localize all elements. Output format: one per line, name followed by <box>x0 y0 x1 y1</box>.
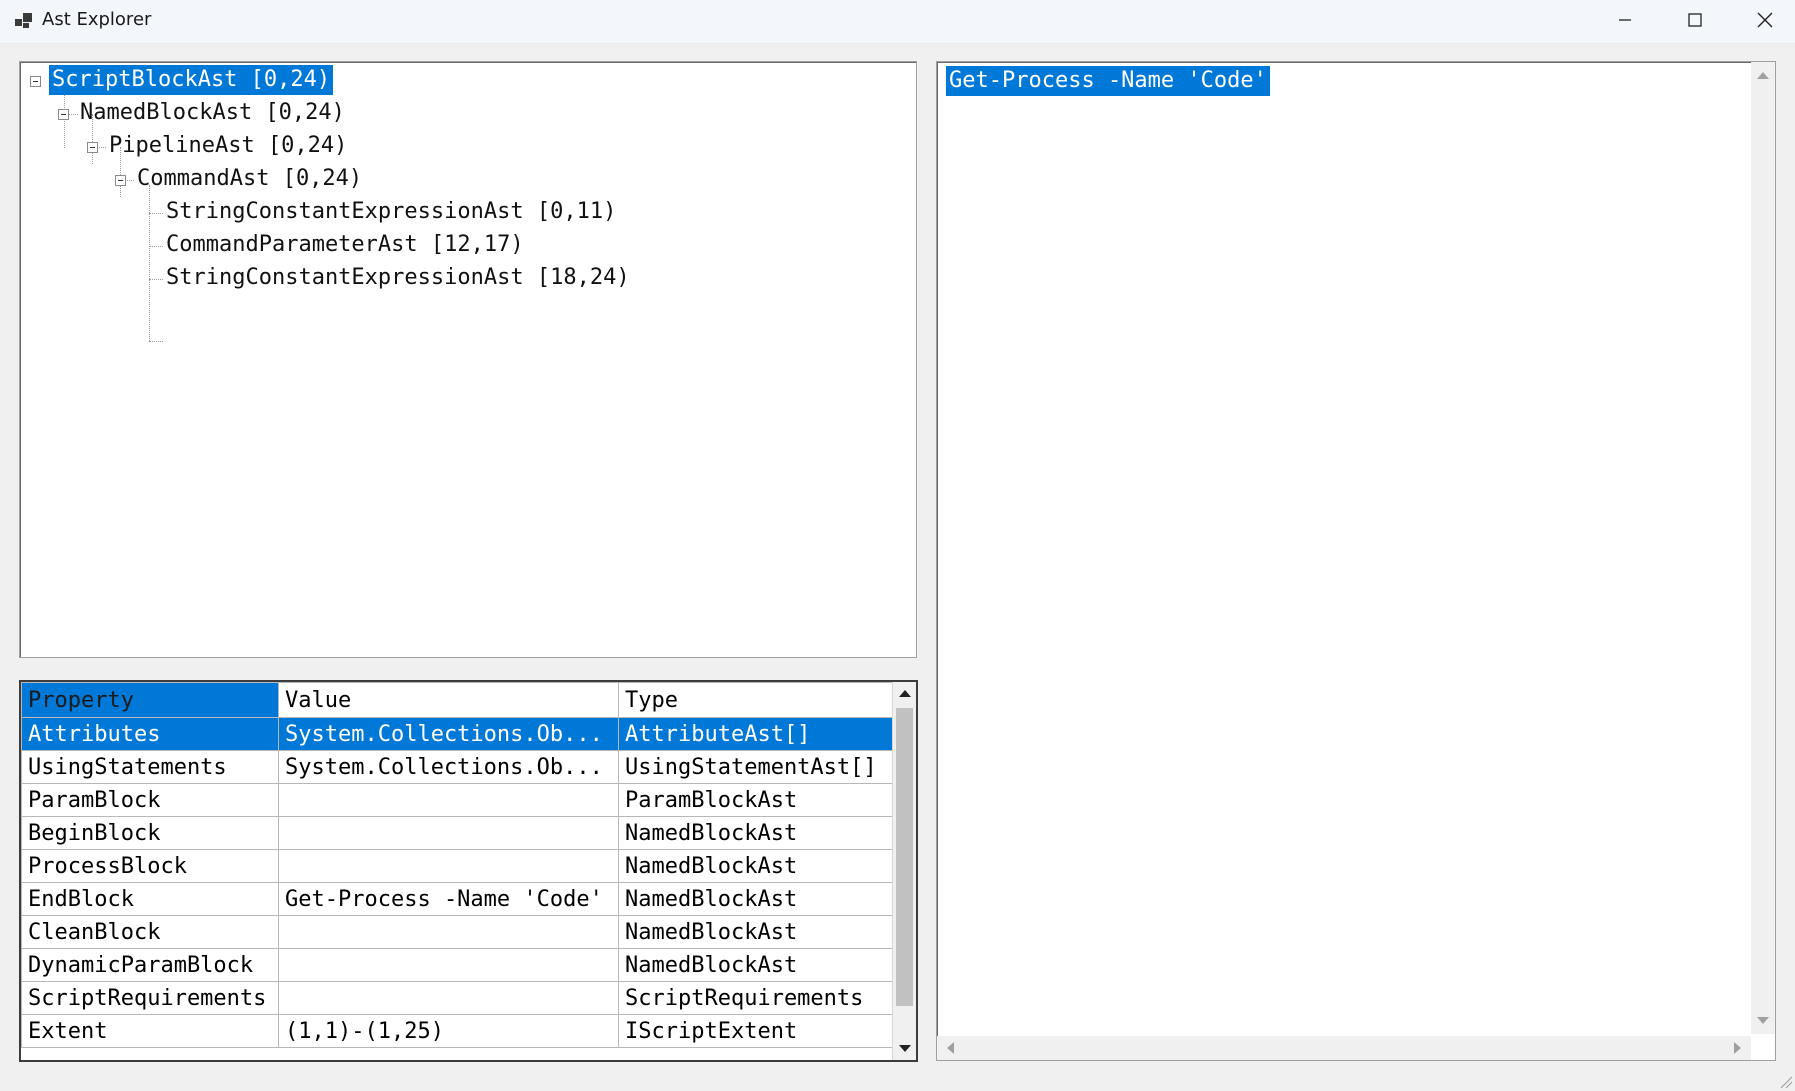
maximize-button[interactable] <box>1660 0 1730 40</box>
close-icon <box>1757 12 1773 28</box>
tree-connector <box>149 341 163 342</box>
tree-node-stringconstant-2[interactable]: StringConstantExpressionAst [18,24) <box>163 263 633 293</box>
table-header-row: Property Value Type <box>21 682 893 718</box>
cell-property: ProcessBlock <box>21 849 279 883</box>
maximize-icon <box>1688 13 1702 27</box>
table-row[interactable]: DynamicParamBlock NamedBlockAst <box>21 948 893 982</box>
app-icon <box>15 13 32 28</box>
cell-value: Get-Process -Name 'Code' <box>278 882 619 916</box>
tree-node-scriptblockast[interactable]: ScriptBlockAst [0,24) <box>49 65 334 95</box>
tree-node-commandast[interactable]: CommandAst [0,24) <box>134 164 365 194</box>
editor-selected-text[interactable]: Get-Process -Name 'Code' <box>946 66 1270 96</box>
cell-type: NamedBlockAst <box>618 948 893 982</box>
property-table: Property Value Type Attributes System.Co… <box>21 682 893 1048</box>
cell-type: UsingStatementAst[] <box>618 750 893 784</box>
property-grid[interactable]: Property Value Type Attributes System.Co… <box>19 680 918 1062</box>
collapse-toggle-icon[interactable] <box>115 175 126 186</box>
ast-tree-view[interactable]: ScriptBlockAst [0,24) NamedBlockAst [0,2… <box>19 61 917 658</box>
scroll-left-arrow-icon[interactable] <box>947 1042 954 1054</box>
column-header-type[interactable]: Type <box>618 682 893 718</box>
cell-type: ScriptRequirements <box>618 981 893 1015</box>
cell-value <box>278 915 619 949</box>
title-bar: Ast Explorer <box>0 0 1795 44</box>
scroll-right-arrow-icon[interactable] <box>1734 1042 1741 1054</box>
table-row[interactable]: EndBlock Get-Process -Name 'Code' NamedB… <box>21 882 893 916</box>
cell-property: Attributes <box>21 717 279 751</box>
scroll-down-arrow-icon[interactable] <box>1757 1017 1769 1024</box>
cell-value <box>278 849 619 883</box>
table-row[interactable]: UsingStatements System.Collections.Ob...… <box>21 750 893 784</box>
cell-type: NamedBlockAst <box>618 915 893 949</box>
scroll-up-arrow-icon[interactable] <box>1757 72 1769 79</box>
cell-property: CleanBlock <box>21 915 279 949</box>
cell-value <box>278 816 619 850</box>
scrollbar-thumb[interactable] <box>896 708 913 1006</box>
cell-property: ParamBlock <box>21 783 279 817</box>
cell-type: NamedBlockAst <box>618 816 893 850</box>
cell-type: NamedBlockAst <box>618 882 893 916</box>
cell-property: EndBlock <box>21 882 279 916</box>
cell-type: AttributeAst[] <box>618 717 893 751</box>
editor-horizontal-scrollbar[interactable] <box>937 1036 1751 1060</box>
table-row[interactable]: CleanBlock NamedBlockAst <box>21 915 893 949</box>
cell-value: System.Collections.Ob... <box>278 717 619 751</box>
table-row[interactable]: ScriptRequirements ScriptRequirements <box>21 981 893 1015</box>
cell-property: BeginBlock <box>21 816 279 850</box>
cell-property: DynamicParamBlock <box>21 948 279 982</box>
tree-connector <box>149 279 163 280</box>
minimize-button[interactable] <box>1590 0 1660 40</box>
collapse-toggle-icon[interactable] <box>30 76 41 87</box>
grid-vertical-scrollbar[interactable] <box>892 682 916 1060</box>
cell-value: System.Collections.Ob... <box>278 750 619 784</box>
collapse-toggle-icon[interactable] <box>58 109 69 120</box>
tree-connector <box>149 185 150 341</box>
tree-node-stringconstant-1[interactable]: StringConstantExpressionAst [0,11) <box>163 197 619 227</box>
table-row[interactable]: Extent (1,1)-(1,25) IScriptExtent <box>21 1014 893 1048</box>
cell-value <box>278 783 619 817</box>
script-editor[interactable]: Get-Process -Name 'Code' <box>936 61 1776 1061</box>
scroll-up-arrow-icon[interactable] <box>899 690 911 697</box>
cell-value <box>278 981 619 1015</box>
tree-node-namedblockast[interactable]: NamedBlockAst [0,24) <box>77 98 348 128</box>
cell-value: (1,1)-(1,25) <box>278 1014 619 1048</box>
column-header-property[interactable]: Property <box>21 682 279 718</box>
tree-node-commandparameterast[interactable]: CommandParameterAst [12,17) <box>163 230 527 260</box>
column-header-value[interactable]: Value <box>278 682 619 718</box>
cell-type: NamedBlockAst <box>618 849 893 883</box>
close-button[interactable] <box>1730 0 1795 40</box>
table-row[interactable]: ProcessBlock NamedBlockAst <box>21 849 893 883</box>
tree-node-pipelineast[interactable]: PipelineAst [0,24) <box>106 131 350 161</box>
minimize-icon <box>1619 19 1631 21</box>
table-row[interactable]: ParamBlock ParamBlockAst <box>21 783 893 817</box>
table-row[interactable]: BeginBlock NamedBlockAst <box>21 816 893 850</box>
cell-value <box>278 948 619 982</box>
cell-property: Extent <box>21 1014 279 1048</box>
scroll-down-arrow-icon[interactable] <box>899 1045 911 1052</box>
table-row[interactable]: Attributes System.Collections.Ob... Attr… <box>21 717 893 751</box>
cell-property: UsingStatements <box>21 750 279 784</box>
tree-connector <box>149 246 163 247</box>
cell-property: ScriptRequirements <box>21 981 279 1015</box>
cell-type: ParamBlockAst <box>618 783 893 817</box>
editor-vertical-scrollbar[interactable] <box>1751 62 1775 1034</box>
collapse-toggle-icon[interactable] <box>87 142 98 153</box>
tree-connector <box>149 213 163 214</box>
resize-grip-icon[interactable] <box>1777 1073 1793 1089</box>
window-title: Ast Explorer <box>42 9 152 30</box>
cell-type: IScriptExtent <box>618 1014 893 1048</box>
